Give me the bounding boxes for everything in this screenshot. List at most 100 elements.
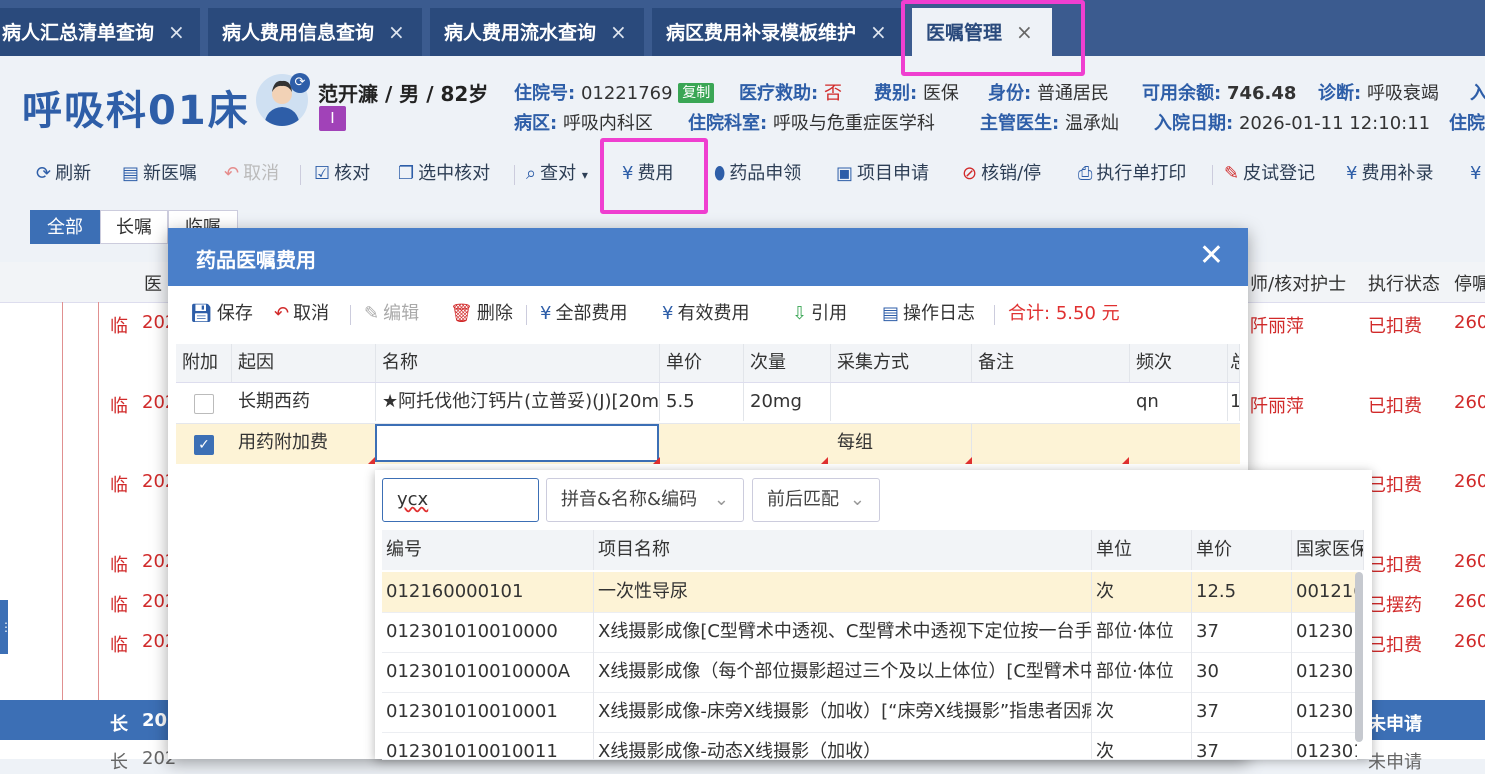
- divider: [1212, 165, 1213, 185]
- cell-dose: 20mg: [744, 383, 831, 421]
- refresh-button[interactable]: ⟳ 刷新: [36, 160, 91, 188]
- tab-patient-fee-info[interactable]: 病人费用信息查询 ×: [208, 8, 422, 56]
- info-balance: 可用余额: 746.48: [1142, 83, 1297, 104]
- info-medical-aid: 医疗救助: 否: [739, 83, 842, 104]
- divider: [514, 165, 515, 185]
- divider: [994, 305, 995, 325]
- dialog-header: 药品医嘱费用 ✕: [168, 228, 1248, 286]
- close-icon[interactable]: ✕: [1199, 238, 1224, 273]
- more-icon[interactable]: ¥: [1470, 160, 1485, 188]
- dialog-cancel-button[interactable]: ↶ 取消: [274, 300, 329, 328]
- row-nurse: 阡丽萍: [1250, 316, 1304, 337]
- close-icon[interactable]: ×: [610, 20, 627, 44]
- list-item[interactable]: 012160000101 一次性导尿 次 12.5 001216: [382, 572, 1357, 613]
- undo-icon: ↶: [224, 163, 240, 184]
- print-exec-button[interactable]: ⎙ 执行单打印: [1078, 160, 1186, 188]
- cell-freq: qn: [1130, 383, 1228, 421]
- copy-button[interactable]: 复制: [678, 83, 715, 103]
- scrollbar[interactable]: [1355, 572, 1363, 742]
- row-type: 长: [110, 752, 128, 773]
- tab-patient-summary[interactable]: 病人汇总清单查询 ×: [0, 8, 200, 56]
- info-fee-type: 费别: 医保: [874, 83, 959, 104]
- search-input[interactable]: ycx: [382, 478, 539, 522]
- edit-button[interactable]: ✎ 编辑: [364, 300, 419, 328]
- col-dose: 次量: [744, 344, 831, 382]
- row-status: 已扣费: [1368, 555, 1422, 576]
- col-code: 编号: [382, 530, 594, 570]
- row-checkbox[interactable]: ✓: [194, 435, 214, 455]
- info-admit-date: 入院日期: 2026-01-11 12:10:11: [1154, 113, 1431, 134]
- dirty-marker: [821, 457, 828, 464]
- log-button[interactable]: ▤ 操作日志: [882, 300, 975, 328]
- list-item[interactable]: 012301010010000 X线摄影成像[C型臂术中透视、C型臂术中透视下定…: [382, 612, 1357, 653]
- tab-order-management[interactable]: 医嘱管理 ×: [912, 8, 1052, 56]
- syringe-icon: ✎: [1224, 163, 1240, 184]
- verify-button[interactable]: ☑ 核对: [314, 160, 370, 188]
- row-type: 临: [110, 595, 128, 616]
- table-row[interactable]: 长期西药 ★阿托伐他汀钙片(立普妥)(J)[20mg 5.5 20mg qn 1: [176, 383, 1240, 424]
- divider: [300, 165, 301, 185]
- header-cell: 师/核对护士: [1250, 274, 1347, 295]
- multi-check-icon: ❐: [398, 163, 415, 184]
- close-icon[interactable]: ×: [168, 20, 185, 44]
- item-search-popup: ycx 拼音&名称&编码 ⌄ 前后匹配 ⌄ 编号 项目名称 单位 单价 国家医保 0…: [375, 470, 1372, 760]
- dirty-marker: [965, 457, 972, 464]
- info-admit-frag: 入: [1470, 83, 1485, 104]
- col-price: 单价: [660, 344, 744, 382]
- row-type: 临: [110, 475, 128, 496]
- close-icon[interactable]: ×: [388, 20, 405, 44]
- col-collect: 采集方式: [831, 344, 972, 382]
- table-row[interactable]: ✓ 用药附加费 每组: [176, 424, 1240, 464]
- header-cell: 执行状态: [1368, 274, 1440, 295]
- fee-button[interactable]: ¥ 费用: [622, 160, 673, 188]
- dirty-marker: [368, 457, 375, 464]
- row-type: 临: [110, 396, 128, 417]
- new-order-button[interactable]: ▤ 新医嘱: [122, 160, 197, 188]
- list-item[interactable]: 012301010010000A X线摄影成像（每个部位摄影超过三个及以上体位）…: [382, 652, 1357, 693]
- save-button[interactable]: 💾︎ 保存: [190, 300, 253, 328]
- patient-name: 范开濂 / 男 / 82岁: [318, 82, 489, 106]
- col-unit: 单位: [1092, 530, 1192, 570]
- col-attach: 附加: [176, 344, 232, 382]
- query-button[interactable]: ⌕ 查对 ▾: [526, 160, 588, 188]
- yen-icon: ¥: [540, 303, 552, 324]
- row-status: 已扣费: [1368, 475, 1422, 496]
- info-identity: 身份: 普通居民: [988, 83, 1109, 104]
- tab-patient-fee-flow[interactable]: 病人费用流水查询 ×: [430, 8, 644, 56]
- verify-selected-button[interactable]: ❐ 选中核对: [398, 160, 490, 188]
- drug-request-button[interactable]: ⬮ 药品申领: [714, 160, 801, 188]
- tab-ward-fee-template[interactable]: 病区费用补录模板维护 ×: [652, 8, 904, 56]
- writeoff-stop-button[interactable]: ⊘ 核销/停: [962, 160, 1041, 188]
- delete-button[interactable]: 🗑︎ 删除: [450, 300, 513, 328]
- side-handle[interactable]: ⋮: [0, 600, 12, 654]
- dirty-marker: [653, 457, 660, 464]
- search-mode-select[interactable]: 拼音&名称&编码 ⌄: [546, 478, 744, 522]
- cancel-button[interactable]: ↶ 取消: [224, 160, 279, 188]
- filter-long[interactable]: 长嘱: [100, 210, 168, 244]
- row-checkbox[interactable]: [194, 394, 214, 414]
- all-fee-button[interactable]: ¥ 全部费用: [540, 300, 627, 328]
- close-icon[interactable]: ×: [870, 20, 887, 44]
- list-item[interactable]: 012301010010001 X线摄影成像-床旁X线摄影（加收）[“床旁X线摄…: [382, 692, 1357, 733]
- skin-test-button[interactable]: ✎ 皮试登记: [1224, 160, 1315, 188]
- filter-all[interactable]: 全部: [30, 210, 100, 244]
- cell-cause: 用药附加费: [232, 424, 376, 462]
- col-unit-price: 单价: [1192, 530, 1292, 570]
- info-diagnosis: 诊断: 呼吸衰竭: [1318, 83, 1439, 104]
- col-national-code: 国家医保: [1292, 530, 1364, 570]
- valid-fee-button[interactable]: ¥ 有效费用: [662, 300, 749, 328]
- close-icon[interactable]: ×: [1016, 20, 1033, 44]
- row-stop: 260: [1454, 312, 1485, 333]
- col-item-name: 项目名称: [594, 530, 1092, 570]
- name-edit-input[interactable]: [375, 424, 659, 462]
- match-mode-select[interactable]: 前后匹配 ⌄: [752, 478, 880, 522]
- item-request-button[interactable]: ▣ 项目申请: [836, 160, 929, 188]
- yen-icon: ¥: [1346, 163, 1358, 184]
- col-name: 名称: [376, 344, 660, 382]
- printer-icon: ⎙: [1078, 163, 1093, 184]
- fee-supplement-button[interactable]: ¥ 费用补录: [1346, 160, 1433, 188]
- divider: [526, 305, 527, 325]
- stop-icon: ⊘: [962, 163, 978, 184]
- quote-button[interactable]: ⇩ 引用: [792, 300, 847, 328]
- list-item[interactable]: 012301010010011 X线摄影成像-动态X线摄影（加收） 次 37 0…: [382, 732, 1357, 760]
